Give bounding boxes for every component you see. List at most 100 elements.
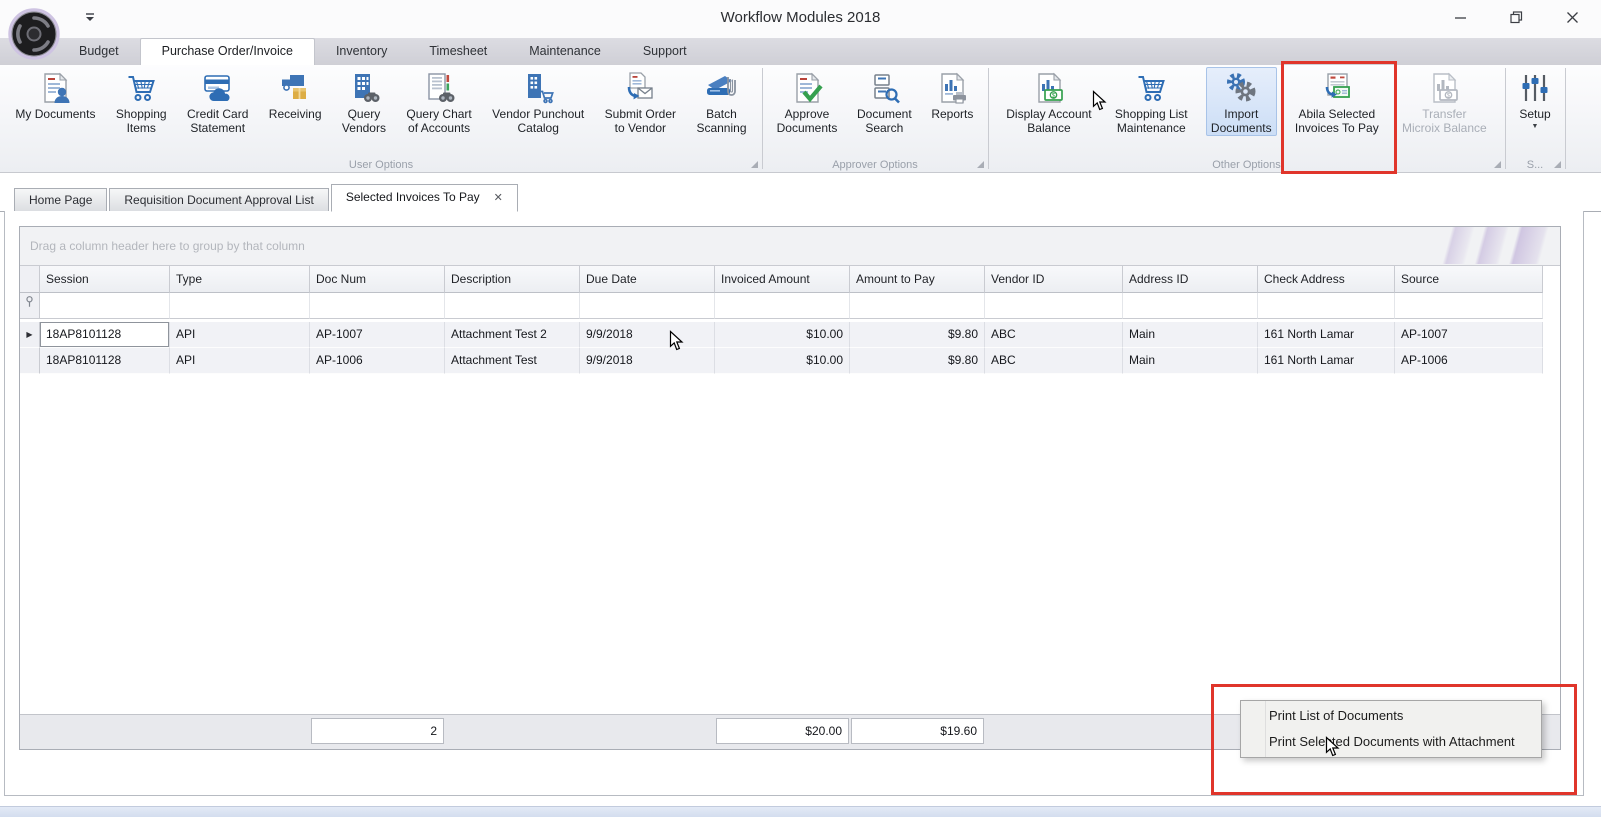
filter-cell-due-date[interactable] [580,293,715,319]
dialog-launcher-icon[interactable] [1494,161,1501,168]
ribbon-button-approve-documents[interactable]: Approve Documents [772,67,843,136]
restore-button[interactable] [1501,4,1531,30]
cell-check-address[interactable]: 161 North Lamar [1258,348,1395,374]
ribbon-group-other-options: $Display Account BalanceShopping List Ma… [988,65,1505,172]
document-search-icon [867,71,901,105]
quick-access-toolbar-dropdown-icon[interactable] [84,11,98,25]
cell-vendor-id[interactable]: ABC [985,322,1123,348]
cell-doc-num[interactable]: AP-1006 [310,348,445,374]
grid-row[interactable]: 18AP8101128APIAP-1006Attachment Test9/9/… [20,348,1560,374]
cell-type[interactable]: API [170,322,310,348]
filter-cell-source[interactable] [1395,293,1543,319]
column-header-session[interactable]: Session [40,266,170,293]
print-options-menu: Print List of DocumentsPrint Selected Do… [1240,700,1542,758]
ribbon-tab-maintenance[interactable]: Maintenance [508,38,622,65]
my-documents-icon [38,71,72,105]
filter-cell-session[interactable] [40,293,170,319]
import-documents-icon [1224,71,1258,105]
group-by-panel[interactable]: Drag a column header here to group by th… [20,227,1560,266]
cell-invoiced-amount[interactable]: $10.00 [715,348,850,374]
filter-cell-invoiced-amount[interactable] [715,293,850,319]
ribbon-button-batch-scanning[interactable]: Batch Scanning [691,67,751,136]
filter-cell-doc-num[interactable] [310,293,445,319]
grid-filter-row [20,293,1560,319]
column-header-invoiced-amount[interactable]: Invoiced Amount [715,266,850,293]
menu-item-print-selected-documents-with-attachment[interactable]: Print Selected Documents with Attachment [1241,729,1541,755]
column-header-check-address[interactable]: Check Address [1258,266,1395,293]
ribbon-button-setup[interactable]: Setup▼ [1513,67,1557,131]
filter-cell-amount-to-pay[interactable] [850,293,985,319]
summary-doc-count: 2 [311,718,444,744]
column-header-due-date[interactable]: Due Date [580,266,715,293]
ribbon-button-my-documents[interactable]: My Documents [10,67,100,123]
ribbon-tab-bar: BudgetPurchase Order/InvoiceInventoryTim… [0,38,1601,65]
cell-source[interactable]: AP-1007 [1395,322,1543,348]
ribbon: My DocumentsShopping ItemsCredit Card St… [0,65,1601,173]
cell-description[interactable]: Attachment Test 2 [445,322,580,348]
ribbon-button-submit-order-to-vendor[interactable]: Submit Order to Vendor [600,67,681,136]
cell-session[interactable]: 18AP8101128 [40,348,170,374]
ribbon-button-abila-selected-invoices-to-pay[interactable]: Abila Selected Invoices To Pay [1290,67,1384,136]
cell-session[interactable]: 18AP8101128 [40,322,170,348]
dialog-launcher-icon[interactable] [1554,161,1561,168]
close-button[interactable] [1557,4,1587,30]
ribbon-button-display-account-balance[interactable]: $Display Account Balance [1001,67,1096,136]
cell-vendor-id[interactable]: ABC [985,348,1123,374]
app-logo-icon[interactable] [8,8,60,60]
doc-tab-selected-invoices-to-pay[interactable]: Selected Invoices To Pay✕ [331,184,518,212]
ribbon-tab-purchase-order-invoice[interactable]: Purchase Order/Invoice [140,38,315,65]
ribbon-group-s: Setup▼S... [1505,65,1565,172]
cell-due-date[interactable]: 9/9/2018 [580,322,715,348]
ribbon-button-document-search[interactable]: Document Search [852,67,917,136]
menu-item-print-list-of-documents[interactable]: Print List of Documents [1241,703,1541,729]
ribbon-group-label: User Options [0,159,762,171]
cell-amount-to-pay[interactable]: $9.80 [850,348,985,374]
grid-corner-cell [20,266,40,293]
ribbon-button-vendor-punchout-catalog[interactable]: Vendor Punchout Catalog [487,67,589,136]
ribbon-button-import-documents[interactable]: Import Documents [1206,67,1277,136]
cell-description[interactable]: Attachment Test [445,348,580,374]
close-tab-icon[interactable]: ✕ [494,192,503,204]
ribbon-group-label: Other Options [988,159,1505,171]
ribbon-button-receiving[interactable]: Receiving [264,67,327,123]
minimize-button[interactable] [1445,4,1475,30]
column-header-vendor-id[interactable]: Vendor ID [985,266,1123,293]
ribbon-button-credit-card-statement[interactable]: Credit Card Statement [182,67,253,136]
cell-invoiced-amount[interactable]: $10.00 [715,322,850,348]
doc-tab-requisition-document-approval-list[interactable]: Requisition Document Approval List [109,188,328,211]
cell-source[interactable]: AP-1006 [1395,348,1543,374]
column-header-doc-num[interactable]: Doc Num [310,266,445,293]
cell-type[interactable]: API [170,348,310,374]
cell-check-address[interactable]: 161 North Lamar [1258,322,1395,348]
ribbon-button-shopping-items[interactable]: Shopping Items [111,67,172,136]
filter-cell-check-address[interactable] [1258,293,1395,319]
grid-row[interactable]: ▶18AP8101128APIAP-1007Attachment Test 29… [20,322,1560,348]
title-bar: Workflow Modules 2018 [0,0,1601,38]
ribbon-tab-inventory[interactable]: Inventory [315,38,408,65]
ribbon-button-query-vendors[interactable]: Query Vendors [337,67,391,136]
filter-cell-type[interactable] [170,293,310,319]
cell-doc-num[interactable]: AP-1007 [310,322,445,348]
cell-amount-to-pay[interactable]: $9.80 [850,322,985,348]
ribbon-button-shopping-list-maintenance[interactable]: Shopping List Maintenance [1110,67,1193,136]
ribbon-tab-budget[interactable]: Budget [58,38,140,65]
filter-cell-description[interactable] [445,293,580,319]
dialog-launcher-icon[interactable] [751,161,758,168]
doc-tab-home-page[interactable]: Home Page [14,188,107,211]
ribbon-tab-timesheet[interactable]: Timesheet [408,38,508,65]
cell-address-id[interactable]: Main [1123,348,1258,374]
column-header-type[interactable]: Type [170,266,310,293]
cell-address-id[interactable]: Main [1123,322,1258,348]
dialog-launcher-icon[interactable] [977,161,984,168]
svg-text:$: $ [1052,92,1056,99]
ribbon-button-reports[interactable]: Reports [926,67,978,123]
ribbon-button-query-chart-of-accounts[interactable]: Query Chart of Accounts [401,67,476,136]
ribbon-tab-support[interactable]: Support [622,38,708,65]
column-header-address-id[interactable]: Address ID [1123,266,1258,293]
column-header-source[interactable]: Source [1395,266,1543,293]
column-header-description[interactable]: Description [445,266,580,293]
filter-cell-vendor-id[interactable] [985,293,1123,319]
filter-cell-address-id[interactable] [1123,293,1258,319]
column-header-amount-to-pay[interactable]: Amount to Pay [850,266,985,293]
cell-due-date[interactable]: 9/9/2018 [580,348,715,374]
